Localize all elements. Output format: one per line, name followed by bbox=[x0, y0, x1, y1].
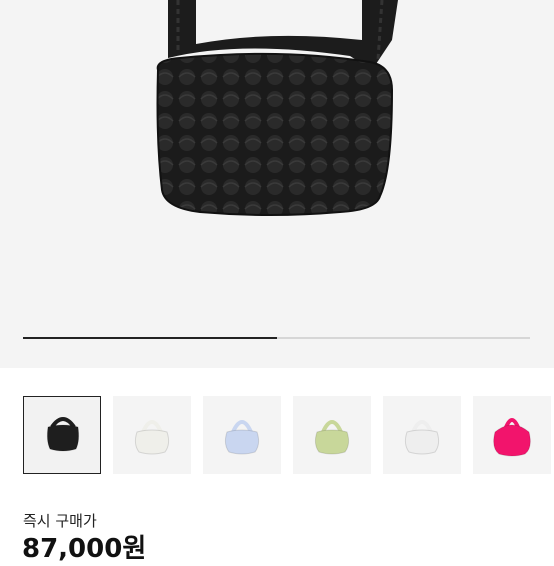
light-blue-quilted-bag-icon bbox=[224, 420, 260, 455]
black-quilted-bag-icon bbox=[46, 417, 80, 452]
white-quilted-bag-icon bbox=[134, 420, 170, 455]
pink-quilted-bag-icon bbox=[493, 418, 531, 457]
product-thumbnail[interactable] bbox=[383, 396, 461, 474]
product-thumbnail[interactable] bbox=[113, 396, 191, 474]
green-quilted-bag-icon bbox=[314, 420, 350, 455]
product-thumbnail[interactable] bbox=[23, 396, 101, 474]
instant-purchase-price: 87,000원 bbox=[22, 534, 147, 564]
product-thumbnail[interactable] bbox=[203, 396, 281, 474]
gallery-progress-fill bbox=[23, 337, 277, 339]
gallery-progress-bar bbox=[23, 337, 530, 339]
product-thumbnail[interactable] bbox=[473, 396, 551, 474]
quilted-bag-icon bbox=[156, 0, 398, 216]
instant-purchase-label: 즉시 구매가 bbox=[23, 512, 97, 530]
thumbnail-strip[interactable] bbox=[23, 396, 554, 476]
product-image-area[interactable] bbox=[0, 0, 554, 368]
white-quilted-bag-icon bbox=[404, 420, 440, 455]
product-thumbnail[interactable] bbox=[293, 396, 371, 474]
